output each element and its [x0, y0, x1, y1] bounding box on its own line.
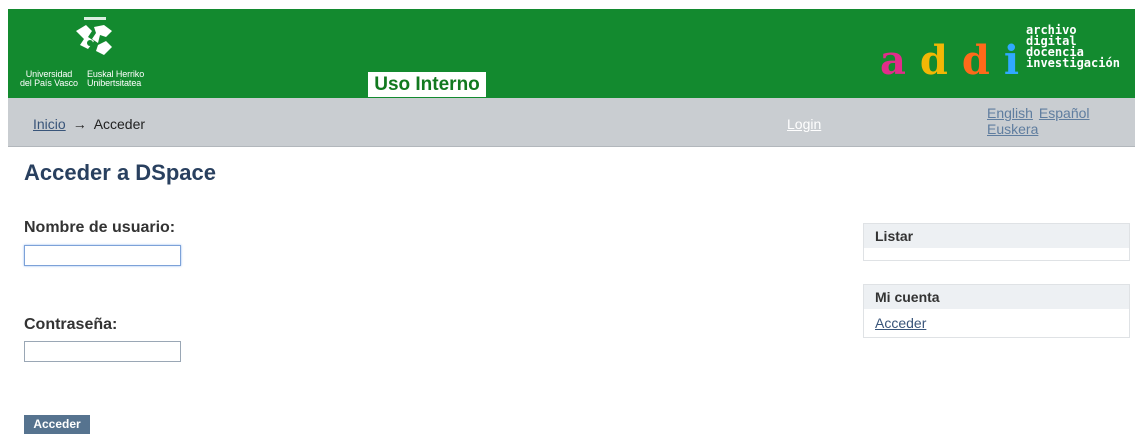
university-logo[interactable]: Universidad del País Vasco Euskal Herrik… — [20, 15, 170, 95]
page-title: Acceder a DSpace — [24, 160, 216, 185]
breadcrumb-home-link[interactable]: Inicio — [33, 116, 66, 132]
sidebar-acceder-link[interactable]: Acceder — [875, 315, 926, 331]
login-link[interactable]: Login — [787, 116, 821, 132]
uso-interno-badge: Uso Interno — [368, 72, 486, 97]
addi-letter-d2: d — [961, 37, 1004, 84]
mi-cuenta-heading: Mi cuenta — [864, 285, 1129, 309]
language-selector: English Español Euskera — [987, 105, 1096, 137]
university-name-eu: Euskal Herriko Unibertsitatea — [87, 69, 145, 88]
username-field[interactable] — [24, 245, 181, 266]
breadcrumb-current: Acceder — [93, 116, 146, 132]
navigation-bar: Inicio → Acceder Login English Español Eusk… — [8, 98, 1135, 147]
breadcrumb-arrow: → — [72, 116, 87, 132]
username-label: Nombre de usuario: — [24, 219, 176, 236]
language-espanol-link[interactable]: Español — [1039, 105, 1090, 121]
university-crest-icon — [72, 23, 116, 59]
listar-heading: Listar — [864, 224, 1129, 248]
listar-panel: Listar — [863, 223, 1130, 261]
language-english-link[interactable]: English — [987, 105, 1033, 121]
mi-cuenta-panel: Mi cuenta Acceder — [863, 284, 1130, 338]
submit-login-button[interactable]: Acceder — [24, 415, 90, 434]
addi-letter-d1: d — [919, 37, 962, 84]
site-header: Universidad del País Vasco Euskal Herrik… — [8, 9, 1135, 98]
breadcrumb: Inicio → Acceder — [33, 116, 145, 132]
addi-letter-a: a — [880, 37, 920, 84]
mi-cuenta-body: Acceder — [864, 309, 1129, 337]
password-field[interactable] — [24, 341, 181, 362]
addi-logo[interactable]: addi — [880, 41, 1033, 81]
password-label: Contraseña: — [24, 316, 118, 333]
university-name-es: Universidad del País Vasco — [20, 69, 78, 88]
listar-body — [864, 248, 1129, 260]
language-euskera-link[interactable]: Euskera — [987, 121, 1038, 137]
logo-crest-banner — [84, 17, 106, 20]
addi-subtitle: archivo digital docencia investigación — [1026, 23, 1120, 70]
